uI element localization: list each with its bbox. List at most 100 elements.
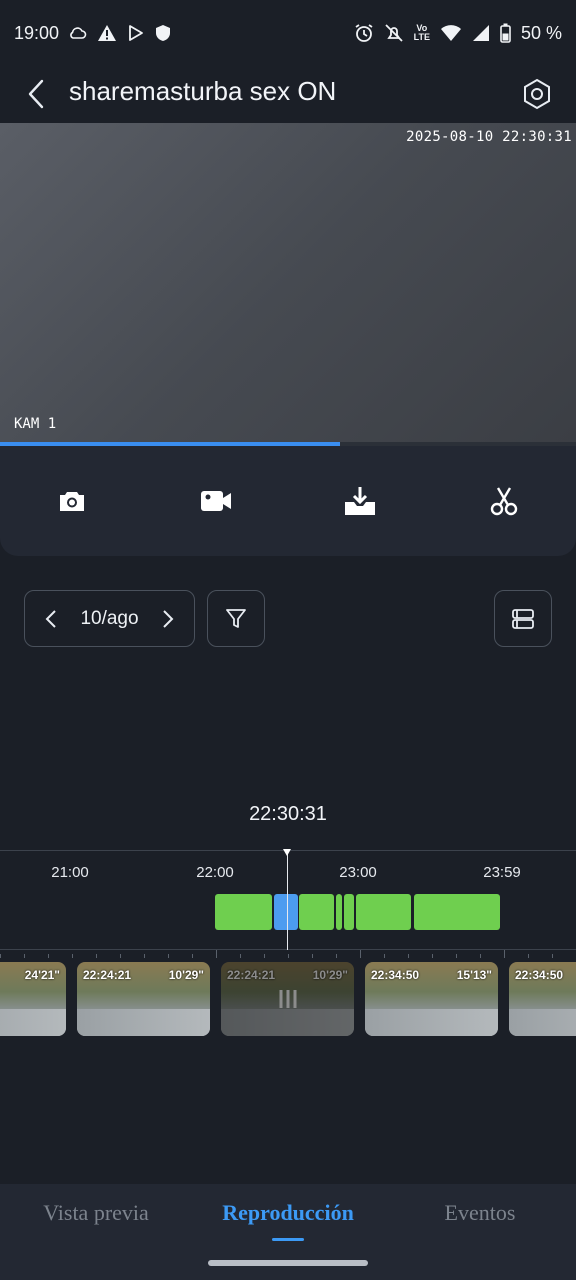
chevron-left-icon <box>28 79 44 109</box>
clip-thumbnail[interactable]: 24'21" <box>0 962 66 1036</box>
playback-toolbar <box>0 446 576 556</box>
timeline-tick <box>192 954 193 958</box>
record-button[interactable] <box>144 446 288 556</box>
video-player[interactable]: 2025-08-10 22:30:31 KAM 1 <box>0 123 576 446</box>
hour-label: 23:59 <box>483 864 521 881</box>
battery-icon <box>500 23 511 43</box>
clip-start-time: 22:34:50 <box>515 968 564 982</box>
recording-segment-active[interactable] <box>274 894 298 930</box>
tab-events[interactable]: Eventos <box>445 1200 516 1226</box>
timeline-tick <box>96 954 97 958</box>
playhead-marker <box>283 849 291 856</box>
date-navigator: 10/ago <box>24 590 195 647</box>
app-header: sharemasturba sex ON <box>0 66 576 122</box>
timeline-tick <box>552 954 553 958</box>
timeline-tick <box>0 954 1 958</box>
playing-indicator-icon <box>279 990 296 1008</box>
warning-icon <box>97 24 117 42</box>
home-gesture-bar[interactable] <box>208 1260 368 1266</box>
timeline-tick <box>312 954 313 958</box>
selected-date[interactable]: 10/ago <box>80 608 138 630</box>
timeline-tick <box>504 950 505 958</box>
chevron-left-icon <box>45 609 56 628</box>
timeline-tick <box>336 954 337 958</box>
timeline-tick <box>168 954 169 958</box>
status-bar: 19:00 Vo LTE 50 % <box>0 0 576 66</box>
timeline-tick <box>384 954 385 958</box>
timeline-tick <box>144 954 145 958</box>
camera-icon <box>60 492 84 511</box>
hour-label: 22:00 <box>196 864 234 881</box>
recording-segment[interactable] <box>215 894 272 930</box>
active-tab-indicator <box>272 1238 304 1241</box>
snapshot-button[interactable] <box>0 446 144 556</box>
filter-icon <box>226 608 246 628</box>
volte-icon: Vo LTE <box>413 23 430 42</box>
signal-icon <box>472 24 490 42</box>
play-store-icon <box>127 24 145 42</box>
clip-thumbnail-playing[interactable]: 22:24:21 10'29" <box>221 962 354 1036</box>
list-view-button[interactable] <box>494 590 552 647</box>
timeline-tick <box>216 950 217 958</box>
settings-button[interactable] <box>516 72 558 116</box>
tab-preview[interactable]: Vista previa <box>43 1200 149 1226</box>
clip-thumbnail[interactable]: 22:24:21 10'29" <box>77 962 210 1036</box>
clip-duration: 24'21" <box>24 968 60 982</box>
playhead[interactable] <box>287 850 288 950</box>
clip-start-time: 22:24:21 <box>227 968 276 982</box>
hour-label: 21:00 <box>51 864 89 881</box>
timeline[interactable]: 21:00 22:00 23:00 23:59 <box>0 849 576 950</box>
tab-playback[interactable]: Reproducción <box>222 1200 354 1226</box>
download-tray-icon <box>345 487 375 515</box>
chevron-right-icon <box>163 609 174 628</box>
alarm-icon <box>354 23 374 43</box>
clip-thumbnail[interactable]: 22:34:50 15'13" <box>365 962 498 1036</box>
timeline-tick <box>528 954 529 958</box>
clip-duration: 15'13" <box>456 968 492 982</box>
clip-start-time: 22:34:50 <box>371 968 420 982</box>
timeline-tick <box>48 954 49 958</box>
timeline-tick <box>288 954 289 958</box>
filter-button[interactable] <box>207 590 265 647</box>
timeline-ticks <box>0 950 576 958</box>
recording-segment[interactable] <box>299 894 334 930</box>
clip-start-time: 22:24:21 <box>83 968 132 982</box>
recording-segment[interactable] <box>344 894 354 930</box>
camera-label-overlay: KAM 1 <box>14 416 57 432</box>
download-button[interactable] <box>288 446 432 556</box>
timeline-tick <box>480 954 481 958</box>
hour-label: 23:00 <box>339 864 377 881</box>
clip-duration: 10'29" <box>168 968 204 982</box>
recording-segment[interactable] <box>336 894 342 930</box>
clip-button[interactable] <box>432 446 576 556</box>
wifi-icon <box>440 24 462 42</box>
clip-thumbnail[interactable]: 22:34:50 <box>509 962 576 1036</box>
previous-day-button[interactable] <box>39 604 63 634</box>
timeline-tick <box>264 954 265 958</box>
video-camera-icon <box>201 491 231 511</box>
mute-icon <box>384 23 404 43</box>
recording-segment[interactable] <box>356 894 411 930</box>
recording-segment[interactable] <box>414 894 500 930</box>
timeline-tick <box>24 954 25 958</box>
clock: 19:00 <box>14 22 60 43</box>
timeline-tick <box>360 950 361 958</box>
next-day-button[interactable] <box>156 604 180 634</box>
video-timestamp-overlay: 2025-08-10 22:30:31 <box>406 129 572 145</box>
shield-icon <box>155 24 171 42</box>
battery-percent: 50 % <box>520 22 562 43</box>
current-playback-time: 22:30:31 <box>249 803 327 825</box>
page-title: sharemasturba sex ON <box>69 76 337 106</box>
back-button[interactable] <box>18 74 54 114</box>
timeline-tick <box>120 954 121 958</box>
timeline-tick <box>456 954 457 958</box>
cloud-icon <box>69 26 87 40</box>
timeline-tick <box>240 954 241 958</box>
hexagon-settings-icon <box>524 78 550 110</box>
video-frame-placeholder <box>0 123 576 446</box>
bottom-navigation: Vista previa Reproducción Eventos <box>0 1184 576 1280</box>
timeline-tick <box>408 954 409 958</box>
timeline-tick <box>432 954 433 958</box>
timeline-tick <box>72 954 73 958</box>
list-view-icon <box>512 608 534 629</box>
